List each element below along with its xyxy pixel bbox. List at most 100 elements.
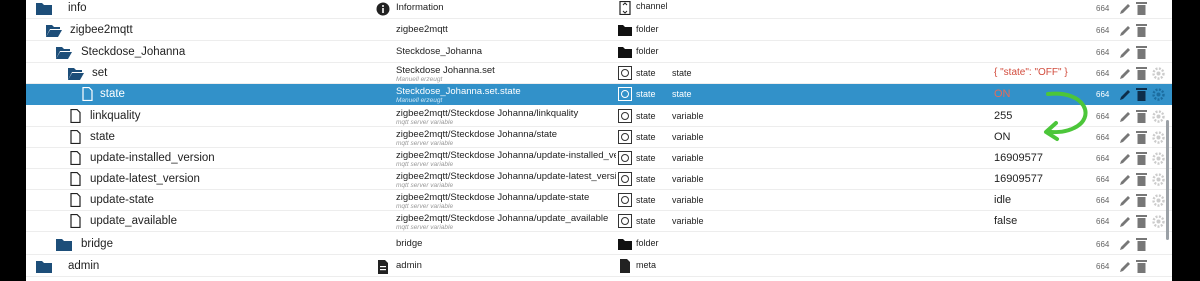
object-value[interactable]: 255: [994, 110, 1012, 122]
trash-icon[interactable]: [1136, 66, 1147, 80]
pencil-icon[interactable]: [1119, 131, 1132, 144]
acl-value: 664: [1096, 240, 1110, 249]
gear-icon[interactable]: [1152, 131, 1165, 144]
tree-row-name: set: [92, 67, 108, 79]
object-role: variable: [672, 195, 704, 205]
trash-icon[interactable]: [1136, 45, 1147, 59]
trash-icon[interactable]: [1136, 87, 1147, 101]
tree-row-set-state[interactable]: state Steckdose_Johanna.set.state Manuell…: [26, 84, 1172, 105]
gear-icon[interactable]: [1152, 67, 1165, 80]
tree-row-name: update-installed_version: [90, 152, 215, 164]
pencil-icon[interactable]: [1119, 110, 1132, 123]
state-icon: [618, 130, 632, 144]
trash-icon[interactable]: [1136, 151, 1147, 165]
tree-row-state[interactable]: state zigbee2mqtt/Steckdose Johanna/stat…: [26, 127, 1172, 148]
tree-row-zigbee2mqtt[interactable]: zigbee2mqtt zigbee2mqtt folder 664: [26, 20, 1172, 41]
file-icon: [70, 193, 81, 207]
trash-icon[interactable]: [1136, 23, 1147, 37]
tree-row-name: update-state: [90, 194, 154, 206]
tree-row-name: admin: [68, 260, 100, 272]
pencil-icon[interactable]: [1119, 152, 1132, 165]
tree-row-bridge[interactable]: bridge bridge folder 664: [26, 234, 1172, 255]
file-icon: [70, 130, 81, 144]
object-value[interactable]: 16909577: [994, 173, 1043, 185]
pencil-icon[interactable]: [1119, 2, 1132, 15]
object-role: variable: [672, 216, 704, 226]
acl-value: 664: [1096, 90, 1110, 99]
object-description: Manuell erzeugt: [396, 97, 443, 104]
trash-icon[interactable]: [1136, 193, 1147, 207]
tree-row-update-state[interactable]: update-state zigbee2mqtt/Steckdose Johan…: [26, 190, 1172, 211]
gear-icon[interactable]: [1152, 88, 1165, 101]
folder-icon: [36, 261, 52, 273]
trash-icon[interactable]: [1136, 259, 1147, 273]
object-type: state: [636, 68, 656, 78]
object-value[interactable]: 16909577: [994, 152, 1043, 164]
folder-open-icon: [68, 68, 84, 80]
object-name: admin: [396, 260, 422, 271]
tree-row-update-latest-version[interactable]: update-latest_version zigbee2mqtt/Steckd…: [26, 169, 1172, 190]
object-description: mqtt server variable: [396, 161, 454, 168]
object-role: variable: [672, 174, 704, 184]
pencil-icon[interactable]: [1119, 88, 1132, 101]
tree-row-set[interactable]: set Steckdose Johanna.set Manuell erzeugt…: [26, 63, 1172, 84]
pencil-icon[interactable]: [1119, 238, 1132, 251]
trash-icon[interactable]: [1136, 172, 1147, 186]
tree-row-name: zigbee2mqtt: [70, 24, 133, 36]
tree-row-linkquality[interactable]: linkquality zigbee2mqtt/Steckdose Johann…: [26, 106, 1172, 127]
object-value[interactable]: false: [994, 215, 1017, 227]
pencil-icon[interactable]: [1119, 46, 1132, 59]
folder-icon: [618, 239, 632, 250]
pencil-icon[interactable]: [1119, 260, 1132, 273]
tree-row-admin[interactable]: admin admin meta 664: [26, 256, 1172, 277]
tree-row-update-installed-version[interactable]: update-installed_version zigbee2mqtt/Ste…: [26, 148, 1172, 169]
pencil-icon[interactable]: [1119, 67, 1132, 80]
tree-row-update-available[interactable]: update_available zigbee2mqtt/Steckdose J…: [26, 211, 1172, 232]
object-type: folder: [636, 24, 659, 34]
tree-row-steckdose-johanna[interactable]: Steckdose_Johanna Steckdose_Johanna fold…: [26, 42, 1172, 63]
gear-icon[interactable]: [1152, 215, 1165, 228]
trash-icon[interactable]: [1136, 214, 1147, 228]
acl-value: 664: [1096, 154, 1110, 163]
object-name: zigbee2mqtt/Steckdose Johanna/update-ins…: [396, 150, 616, 161]
object-name: Steckdose_Johanna.set.state: [396, 86, 521, 97]
acl-value: 664: [1096, 4, 1110, 13]
gear-icon[interactable]: [1152, 152, 1165, 165]
pencil-icon[interactable]: [1119, 194, 1132, 207]
pencil-icon[interactable]: [1119, 24, 1132, 37]
file-icon: [70, 214, 81, 228]
trash-icon[interactable]: [1136, 237, 1147, 251]
object-role: variable: [672, 132, 704, 142]
object-value[interactable]: idle: [994, 194, 1011, 206]
trash-icon[interactable]: [1136, 130, 1147, 144]
object-description: mqtt server variable: [396, 182, 454, 189]
object-value[interactable]: { "state": "OFF" }: [994, 67, 1068, 78]
acl-value: 664: [1096, 196, 1110, 205]
tree-row-name: Steckdose_Johanna: [81, 46, 186, 58]
object-value[interactable]: ON: [994, 88, 1011, 100]
object-type: meta: [636, 260, 657, 270]
object-value[interactable]: ON: [994, 131, 1011, 143]
object-name: Steckdose_Johanna: [396, 46, 483, 57]
tree-row-name: state: [90, 131, 115, 143]
file-icon: [70, 151, 81, 165]
state-icon: [618, 109, 632, 123]
pencil-icon[interactable]: [1119, 173, 1132, 186]
acl-value: 664: [1096, 217, 1110, 226]
gear-icon[interactable]: [1152, 110, 1165, 123]
object-tree-panel: info Information channel 664 zigbee2mqtt…: [26, 0, 1172, 281]
gear-icon[interactable]: [1152, 173, 1165, 186]
tree-row-info[interactable]: info Information channel 664: [26, 0, 1172, 19]
folder-icon: [618, 25, 632, 36]
state-icon: [618, 172, 632, 186]
scrollbar[interactable]: [1166, 120, 1169, 240]
gear-icon[interactable]: [1152, 194, 1165, 207]
trash-icon[interactable]: [1136, 109, 1147, 123]
trash-icon[interactable]: [1136, 1, 1147, 15]
folder-open-icon: [56, 47, 72, 59]
tree-row-name: linkquality: [90, 110, 141, 122]
pencil-icon[interactable]: [1119, 215, 1132, 228]
info-icon: [376, 2, 390, 16]
state-icon: [618, 214, 632, 228]
state-icon: [618, 151, 632, 165]
